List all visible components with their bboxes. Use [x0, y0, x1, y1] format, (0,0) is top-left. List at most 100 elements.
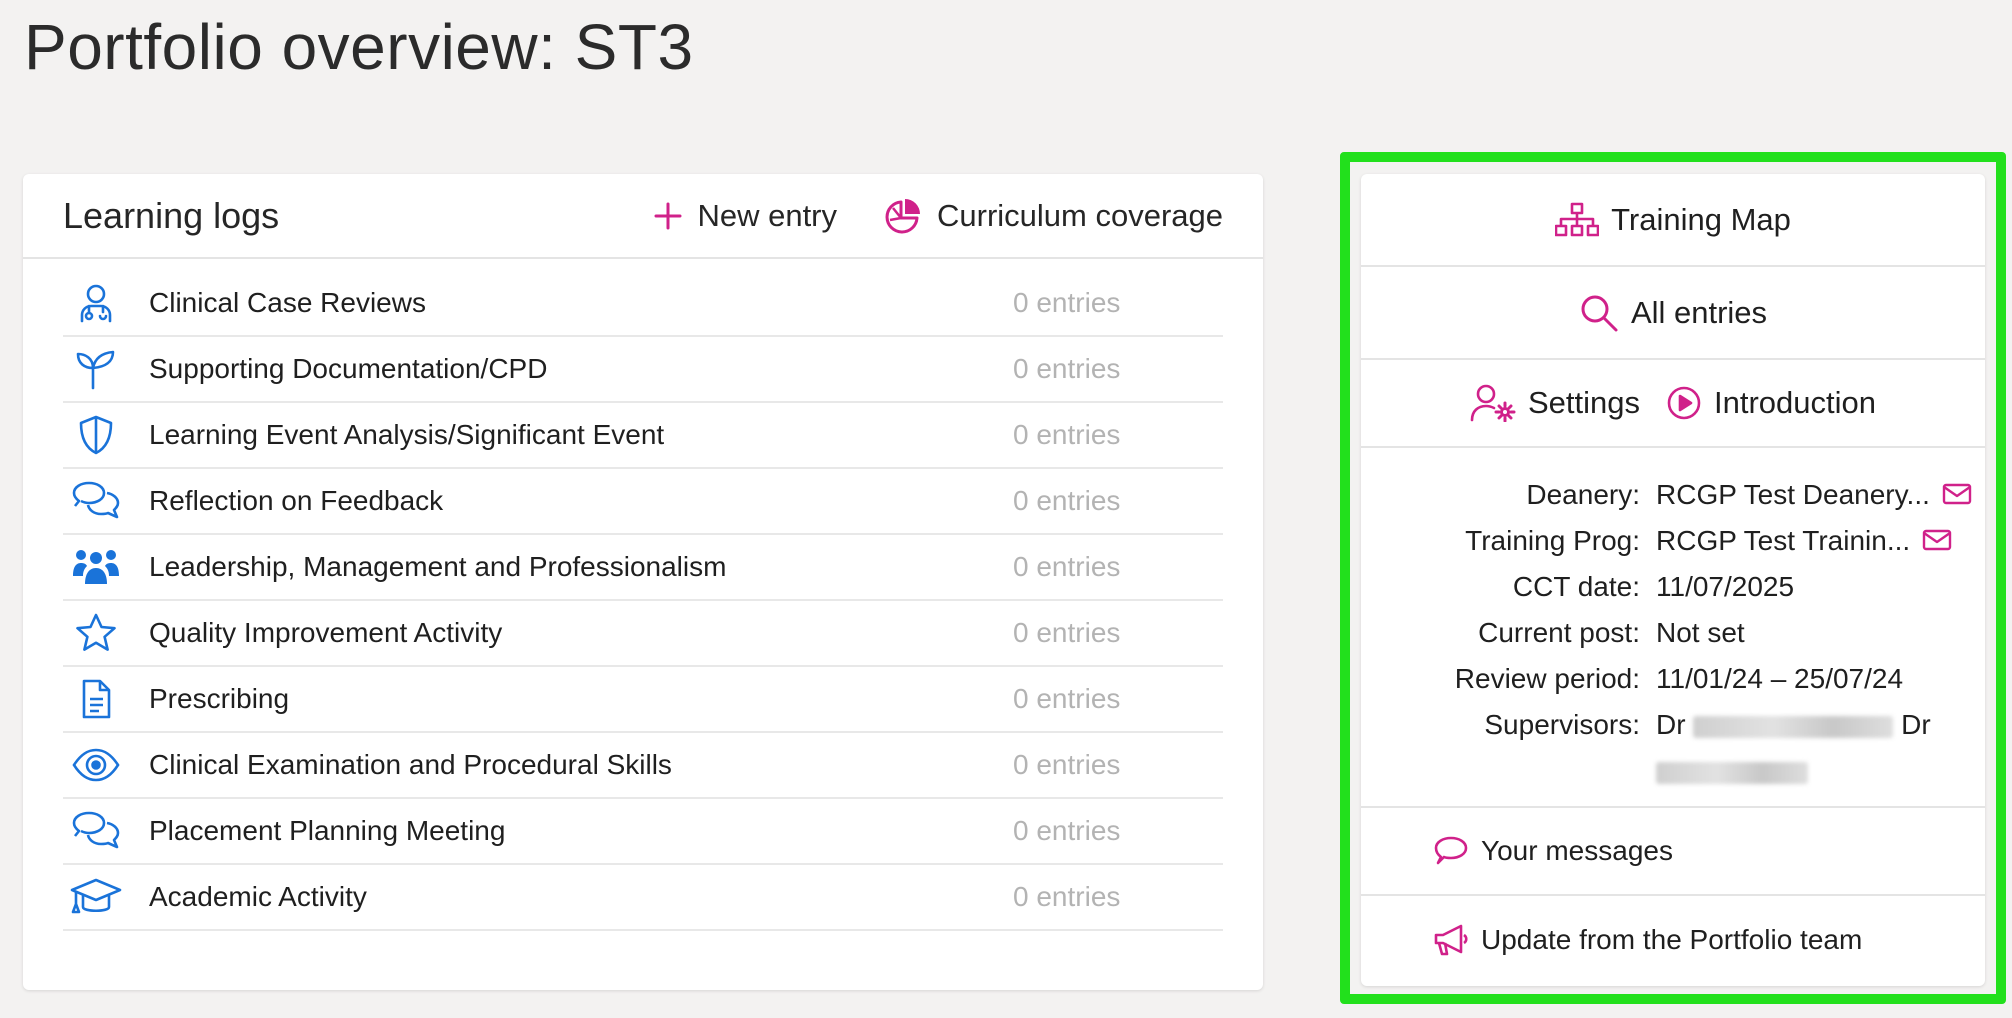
people-group-icon	[63, 546, 129, 588]
learning-logs-title: Learning logs	[63, 194, 280, 236]
log-row-placement-planning[interactable]: Placement Planning Meeting 0 entries	[63, 799, 1223, 865]
current-post-row: Current post: Not set	[1361, 610, 1985, 656]
log-count: 0 entries	[1013, 683, 1121, 714]
document-icon	[63, 678, 129, 720]
messages-row: Your messages	[1361, 808, 1985, 896]
training-map-link[interactable]: Training Map	[1555, 202, 1791, 238]
current-post-value: Not set	[1656, 617, 1745, 648]
learning-logs-card: Learning logs New entry Curriculum cover…	[23, 174, 1263, 990]
log-count: 0 entries	[1013, 551, 1121, 582]
log-label: Clinical Case Reviews	[149, 287, 426, 318]
log-row-reflection-on-feedback[interactable]: Reflection on Feedback 0 entries	[63, 469, 1223, 535]
introduction-label: Introduction	[1714, 385, 1876, 420]
training-prog-key: Training Prog:	[1465, 525, 1640, 556]
sitemap-icon	[1555, 202, 1600, 238]
supervisors-key: Supervisors:	[1484, 709, 1640, 740]
training-map-label: Training Map	[1611, 201, 1791, 237]
page-title: Portfolio overview: ST3	[24, 11, 694, 83]
training-prog-row: Training Prog: RCGP Test Trainin...	[1361, 518, 1985, 564]
speech-bubble-icon	[1433, 835, 1469, 867]
your-messages-link[interactable]: Your messages	[1433, 835, 1673, 867]
supervisor-prefix: Dr	[1656, 709, 1686, 740]
star-icon	[63, 612, 129, 654]
plus-icon	[653, 201, 683, 231]
mail-icon[interactable]	[1942, 483, 1972, 505]
log-count: 0 entries	[1013, 881, 1121, 912]
search-icon	[1579, 293, 1619, 333]
cct-date-value: 11/07/2025	[1656, 571, 1795, 602]
side-panel: Training Map All entries Settings Introd…	[1361, 174, 1985, 986]
all-entries-link[interactable]: All entries	[1579, 293, 1767, 333]
cct-date-key: CCT date:	[1512, 571, 1640, 602]
supervisors-value: Dr Dr	[1656, 702, 1985, 794]
log-label: Prescribing	[149, 683, 290, 714]
log-row-clinical-examination[interactable]: Clinical Examination and Procedural Skil…	[63, 733, 1223, 799]
trainee-info: Deanery: RCGP Test Deanery... Training P…	[1361, 448, 1985, 808]
megaphone-icon	[1433, 923, 1469, 957]
play-circle-icon	[1666, 385, 1702, 421]
settings-intro-row: Settings Introduction	[1361, 360, 1985, 448]
training-prog-value: RCGP Test Trainin...	[1656, 525, 1911, 556]
mail-icon[interactable]	[1922, 529, 1952, 551]
cct-date-row: CCT date: 11/07/2025	[1361, 564, 1985, 610]
review-period-value: 11/01/24 – 25/07/24	[1656, 663, 1904, 694]
review-period-row: Review period: 11/01/24 – 25/07/24	[1361, 656, 1985, 702]
user-gear-icon	[1470, 384, 1516, 422]
log-count: 0 entries	[1013, 815, 1121, 846]
learning-logs-list: Clinical Case Reviews 0 entries Supporti…	[23, 259, 1263, 931]
settings-label: Settings	[1527, 385, 1640, 420]
eye-icon	[63, 744, 129, 786]
introduction-link[interactable]: Introduction	[1666, 385, 1876, 421]
portfolio-update-label: Update from the Portfolio team	[1481, 924, 1863, 955]
log-label: Reflection on Feedback	[149, 485, 444, 516]
log-row-leadership[interactable]: Leadership, Management and Professionali…	[63, 535, 1223, 601]
chat-bubbles-icon	[63, 480, 129, 522]
new-entry-button[interactable]: New entry	[653, 198, 837, 234]
current-post-key: Current post:	[1478, 617, 1640, 648]
portfolio-update-link[interactable]: Update from the Portfolio team	[1433, 923, 1862, 957]
your-messages-label: Your messages	[1481, 835, 1673, 866]
log-row-prescribing[interactable]: Prescribing 0 entries	[63, 667, 1223, 733]
log-count: 0 entries	[1013, 353, 1121, 384]
log-label: Academic Activity	[149, 881, 367, 912]
log-label: Placement Planning Meeting	[149, 815, 506, 846]
training-map-row: Training Map	[1361, 174, 1985, 267]
curriculum-coverage-button[interactable]: Curriculum coverage	[883, 196, 1223, 236]
deanery-row: Deanery: RCGP Test Deanery...	[1361, 472, 1985, 518]
supervisors-row: Supervisors: Dr Dr	[1361, 702, 1985, 794]
graduation-cap-icon	[63, 876, 129, 918]
new-entry-label: New entry	[697, 197, 837, 233]
log-label: Leadership, Management and Professionali…	[149, 551, 727, 582]
settings-link[interactable]: Settings	[1470, 384, 1640, 422]
log-count: 0 entries	[1013, 419, 1121, 450]
log-row-quality-improvement[interactable]: Quality Improvement Activity 0 entries	[63, 601, 1223, 667]
log-label: Supporting Documentation/CPD	[149, 353, 548, 384]
seedling-icon	[63, 348, 129, 390]
learning-logs-header: Learning logs New entry Curriculum cover…	[23, 174, 1263, 259]
log-row-clinical-case-reviews[interactable]: Clinical Case Reviews 0 entries	[63, 271, 1223, 337]
log-label: Learning Event Analysis/Significant Even…	[149, 419, 665, 450]
review-period-key: Review period:	[1454, 663, 1640, 694]
shield-icon	[63, 414, 129, 456]
deanery-value: RCGP Test Deanery...	[1656, 479, 1930, 510]
log-label: Clinical Examination and Procedural Skil…	[149, 749, 672, 780]
all-entries-label: All entries	[1630, 294, 1768, 330]
log-row-learning-event-analysis[interactable]: Learning Event Analysis/Significant Even…	[63, 403, 1223, 469]
all-entries-row: All entries	[1361, 267, 1985, 360]
log-row-academic-activity[interactable]: Academic Activity 0 entries	[63, 865, 1223, 931]
log-label: Quality Improvement Activity	[149, 617, 503, 648]
doctor-icon	[63, 282, 129, 324]
log-row-supporting-documentation[interactable]: Supporting Documentation/CPD 0 entries	[63, 337, 1223, 403]
portfolio-update-row: Update from the Portfolio team	[1361, 896, 1985, 984]
redacted-name	[1656, 761, 1808, 784]
log-count: 0 entries	[1013, 485, 1121, 516]
chat-bubbles-icon	[63, 810, 129, 852]
supervisor-prefix: Dr	[1901, 709, 1931, 740]
log-count: 0 entries	[1013, 749, 1121, 780]
deanery-key: Deanery:	[1526, 479, 1640, 510]
log-count: 0 entries	[1013, 287, 1121, 318]
curriculum-coverage-label: Curriculum coverage	[937, 197, 1223, 233]
log-count: 0 entries	[1013, 617, 1121, 648]
redacted-name	[1693, 715, 1894, 738]
pie-chart-icon	[883, 196, 923, 236]
